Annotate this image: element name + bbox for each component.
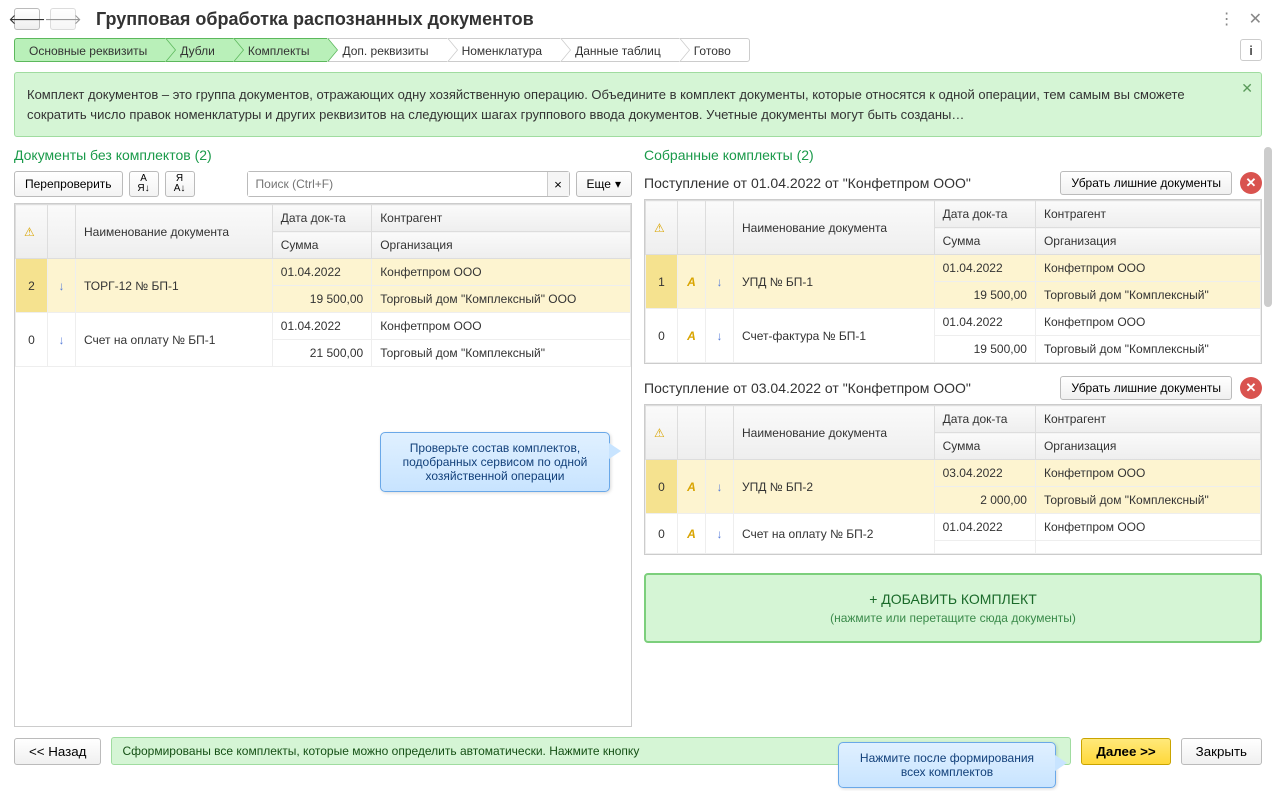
search-clear-button[interactable]: ×: [547, 172, 569, 196]
download-icon: ↓: [59, 333, 65, 347]
window-header: 🡐 🡒 Групповая обработка распознанных док…: [14, 8, 1262, 30]
back-button[interactable]: << Назад: [14, 738, 101, 765]
info-icon[interactable]: i: [1240, 39, 1262, 61]
banner-text: Комплект документов – это группа докумен…: [27, 87, 1185, 122]
add-kit-dropzone[interactable]: + ДОБАВИТЬ КОМПЛЕКТ (нажмите или перетащ…: [644, 573, 1262, 643]
sort-az-icon: АЯ↓: [137, 174, 149, 194]
hint-callout-kits: Проверьте состав комплектов, подобранных…: [380, 432, 610, 492]
kit-block: Поступление от 03.04.2022 от "Конфетпром…: [644, 376, 1262, 555]
kit-grid[interactable]: ⚠ Наименование документа Дата док-та Кон…: [644, 404, 1262, 555]
scrollbar-thumb[interactable]: [1264, 147, 1272, 307]
table-row[interactable]: 1 A ↓ УПД № БП-1 01.04.2022Конфетпром ОО…: [646, 255, 1261, 282]
auto-icon: A: [687, 480, 696, 494]
download-icon: ↓: [717, 275, 723, 289]
hint-callout-next: Нажмите после формирования всех комплект…: [838, 742, 1056, 788]
step-5[interactable]: Данные таблиц: [560, 38, 679, 62]
table-row[interactable]: 0 A ↓ УПД № БП-2 03.04.2022Конфетпром ОО…: [646, 460, 1261, 487]
add-kit-subtitle: (нажмите или перетащите сюда документы): [662, 611, 1244, 625]
more-button[interactable]: Еще: [576, 171, 632, 197]
step-3[interactable]: Доп. реквизиты: [327, 38, 446, 62]
step-0[interactable]: Основные реквизиты: [14, 38, 165, 62]
download-icon: ↓: [59, 279, 65, 293]
sort-za-icon: ЯА↓: [174, 174, 186, 194]
sort-desc-button[interactable]: ЯА↓: [165, 171, 195, 197]
step-4[interactable]: Номенклатура: [447, 38, 561, 62]
recheck-button[interactable]: Перепроверить: [14, 171, 123, 197]
nav-back-button[interactable]: 🡐: [14, 8, 40, 30]
add-kit-title: + ДОБАВИТЬ КОМПЛЕКТ: [662, 591, 1244, 607]
kit-title: Поступление от 03.04.2022 от "Конфетпром…: [644, 380, 1052, 396]
table-row[interactable]: 2 ↓ ТОРГ-12 № БП-1 01.04.2022Конфетпром …: [16, 259, 631, 286]
table-row[interactable]: 0 A ↓ Счет на оплату № БП-2 01.04.2022Ко…: [646, 514, 1261, 541]
kebab-icon[interactable]: ⋮: [1219, 9, 1235, 29]
auto-icon: A: [687, 329, 696, 343]
table-row[interactable]: 0 A ↓ Счет-фактура № БП-1 01.04.2022Конф…: [646, 309, 1261, 336]
delete-kit-button[interactable]: ✕: [1240, 172, 1262, 194]
remove-docs-button[interactable]: Убрать лишние документы: [1060, 171, 1232, 195]
right-section-title: Собранные комплекты (2): [644, 147, 1262, 163]
wizard-stepper: Основные реквизитыДублиКомплектыДоп. рек…: [14, 38, 1262, 62]
kit-grid[interactable]: ⚠ Наименование документа Дата док-та Кон…: [644, 199, 1262, 364]
warning-icon: ⚠: [654, 426, 665, 440]
download-icon: ↓: [717, 527, 723, 541]
download-icon: ↓: [717, 329, 723, 343]
remove-docs-button[interactable]: Убрать лишние документы: [1060, 376, 1232, 400]
col-contr: Контрагент: [372, 205, 631, 232]
col-sum: Сумма: [272, 232, 371, 259]
warning-icon: ⚠: [654, 221, 665, 235]
arrow-left-icon: 🡐: [8, 11, 46, 28]
arrow-right-icon: 🡒: [44, 11, 82, 28]
col-date: Дата док-та: [272, 205, 371, 232]
auto-icon: A: [687, 275, 696, 289]
col-org: Организация: [372, 232, 631, 259]
col-name: Наименование документа: [76, 205, 273, 259]
info-banner: Комплект документов – это группа докумен…: [14, 72, 1262, 137]
sort-asc-button[interactable]: АЯ↓: [129, 171, 159, 197]
next-button[interactable]: Далее >>: [1081, 738, 1170, 765]
page-title: Групповая обработка распознанных докумен…: [96, 9, 1209, 30]
warning-icon: ⚠: [24, 225, 35, 239]
close-button[interactable]: Закрыть: [1181, 738, 1262, 765]
banner-close-icon[interactable]: ✕: [1241, 78, 1253, 99]
auto-icon: A: [687, 527, 696, 541]
left-section-title: Документы без комплектов (2): [14, 147, 632, 163]
search-field[interactable]: ×: [247, 171, 570, 197]
kit-title: Поступление от 01.04.2022 от "Конфетпром…: [644, 175, 1052, 191]
step-2[interactable]: Комплекты: [233, 38, 328, 62]
close-icon[interactable]: ✕: [1249, 9, 1262, 29]
kit-block: Поступление от 01.04.2022 от "Конфетпром…: [644, 171, 1262, 364]
table-row[interactable]: 0 ↓ Счет на оплату № БП-1 01.04.2022Конф…: [16, 313, 631, 340]
delete-kit-button[interactable]: ✕: [1240, 377, 1262, 399]
search-input[interactable]: [248, 172, 547, 196]
download-icon: ↓: [717, 480, 723, 494]
nav-fwd-button[interactable]: 🡒: [50, 8, 76, 30]
